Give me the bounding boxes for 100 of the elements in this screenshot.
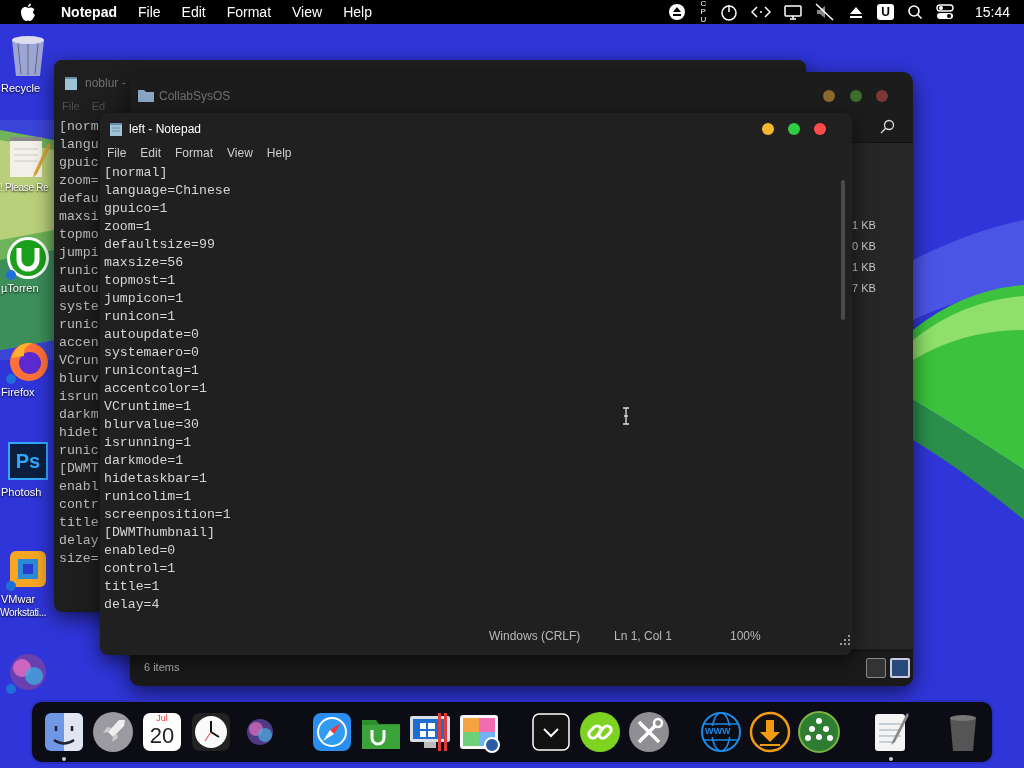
notepad-icon — [64, 75, 78, 91]
notepad-icon — [109, 121, 123, 137]
menu-item[interactable]: File — [138, 4, 161, 20]
menu-item[interactable]: File — [107, 146, 127, 160]
file-size: 1 KB — [852, 260, 877, 275]
file-size: 7 KB — [852, 281, 877, 296]
text-line: [DWMThumbnail] — [104, 524, 216, 542]
window-title: noblur - — [85, 76, 126, 90]
text-line: enabled=0 — [104, 542, 177, 560]
desktop-icon-label[interactable]: Firefox — [0, 386, 35, 399]
text-line: [normal] — [104, 164, 169, 182]
text-line: zoom= — [59, 172, 99, 190]
text-line: delay=4 — [104, 596, 161, 614]
scrollbar[interactable] — [841, 180, 845, 320]
text-line: maxsi — [59, 208, 99, 226]
menu-item[interactable]: Help — [266, 146, 292, 160]
file-size: 0 KB — [852, 239, 877, 254]
text-line: isrun — [59, 388, 99, 406]
cpu-label[interactable]: CPU — [699, 0, 708, 24]
text-line: systemaero=0 — [104, 344, 200, 362]
file-size: 1 KB — [852, 218, 877, 233]
text-line: autoupdate=0 — [104, 326, 200, 344]
menu-item[interactable]: Format — [175, 146, 214, 160]
close-button[interactable] — [814, 123, 826, 135]
clock-icon[interactable] — [189, 710, 233, 754]
text-line: hidetaskbar=1 — [104, 470, 208, 488]
item-count: 6 items — [144, 661, 180, 673]
compass-icon[interactable] — [310, 710, 354, 754]
text-line: syste — [59, 298, 99, 316]
text-line: runicon=1 — [104, 308, 177, 326]
text-line: langu — [59, 136, 99, 154]
rocket-icon[interactable] — [91, 710, 135, 754]
text-line: accentcolor=1 — [104, 380, 208, 398]
apple-icon[interactable] — [20, 3, 36, 21]
menu-clock[interactable]: 15:44 — [974, 4, 1010, 20]
calendar-icon[interactable]: Jul 20 — [143, 713, 181, 751]
text-line: runic — [59, 316, 99, 334]
text-line: jumpi — [59, 244, 99, 262]
text-line: hidet — [59, 424, 99, 442]
text-line: title=1 — [104, 578, 161, 596]
folder-icon — [138, 88, 154, 102]
search-icon[interactable] — [906, 3, 923, 21]
desktop-icon-label[interactable]: Workstati... — [0, 606, 47, 619]
people-icon[interactable] — [797, 710, 841, 754]
tools-icon[interactable] — [627, 710, 671, 754]
menu-item[interactable]: Edit — [181, 4, 206, 20]
globe-icon[interactable] — [699, 710, 743, 754]
window-title: CollabSysOS — [159, 89, 231, 103]
eject-icon[interactable] — [668, 3, 687, 21]
text-line: defaultsize=99 — [104, 236, 216, 254]
text-line: darkm — [59, 406, 99, 424]
monitor-icon[interactable] — [408, 710, 452, 754]
window-title: left - Notepad — [129, 122, 202, 136]
control-center-icon[interactable] — [935, 3, 954, 21]
download-icon[interactable] — [748, 710, 792, 754]
text-line: control=1 — [104, 560, 177, 578]
text-line: runicolim=1 — [104, 488, 193, 506]
line-ending-status: Windows (CRLF) — [489, 629, 582, 643]
calendar-day: 20 — [149, 724, 175, 748]
app-menu[interactable]: Notepad — [61, 4, 117, 20]
text-line: jumpicon=1 — [104, 290, 185, 308]
link-icon[interactable] — [578, 710, 622, 754]
desktop-icon-label[interactable]: Photosh — [0, 486, 42, 499]
text-line: accen — [59, 334, 99, 352]
menu-item[interactable]: Edit — [140, 146, 162, 160]
tiles-view-button[interactable] — [890, 658, 910, 678]
text-line: enabl — [59, 478, 99, 496]
chevron-down-icon[interactable] — [529, 710, 573, 754]
monitor-icon[interactable] — [784, 3, 803, 21]
text-line: title — [59, 514, 99, 532]
minimize-button[interactable] — [762, 123, 774, 135]
user-badge[interactable]: U — [877, 4, 894, 20]
text-line: darkmode=1 — [104, 452, 185, 470]
text-line: runic — [59, 262, 99, 280]
text-line: [norm — [59, 118, 99, 136]
split-face-icon[interactable] — [42, 710, 86, 754]
menu-item[interactable]: Help — [343, 4, 372, 20]
app-tile-icon[interactable]: Ps — [8, 442, 48, 480]
menu-item[interactable]: View — [292, 4, 323, 20]
resize-grip-icon[interactable] — [840, 635, 850, 645]
cursor-position-status: Ln 1, Col 1 — [614, 629, 674, 643]
menu-item[interactable]: View — [227, 146, 253, 160]
zoom-button[interactable] — [788, 123, 800, 135]
menu-item[interactable]: Format — [226, 4, 272, 20]
desktop-icon-label[interactable]: µTorren — [0, 282, 39, 295]
text-line: runic — [59, 442, 99, 460]
power-icon[interactable] — [720, 3, 739, 21]
text-line: runicontag=1 — [104, 362, 200, 380]
globe-label: WWW — [704, 726, 732, 737]
desktop-icon-label[interactable]: Recycle — [0, 82, 41, 95]
details-view-button[interactable] — [866, 658, 886, 678]
text-line: blurvalue=30 — [104, 416, 200, 434]
muted-speaker-icon[interactable] — [815, 3, 836, 21]
text-line: VCruntime=1 — [104, 398, 193, 416]
desktop-icon-label[interactable]: VMwar — [0, 593, 36, 606]
torrent-app-icon[interactable] — [4, 234, 52, 282]
text-line: language=Chinese — [104, 182, 231, 200]
search-icon[interactable] — [879, 119, 895, 135]
text-line: autou — [59, 280, 99, 298]
text-line: blurv — [59, 370, 99, 388]
